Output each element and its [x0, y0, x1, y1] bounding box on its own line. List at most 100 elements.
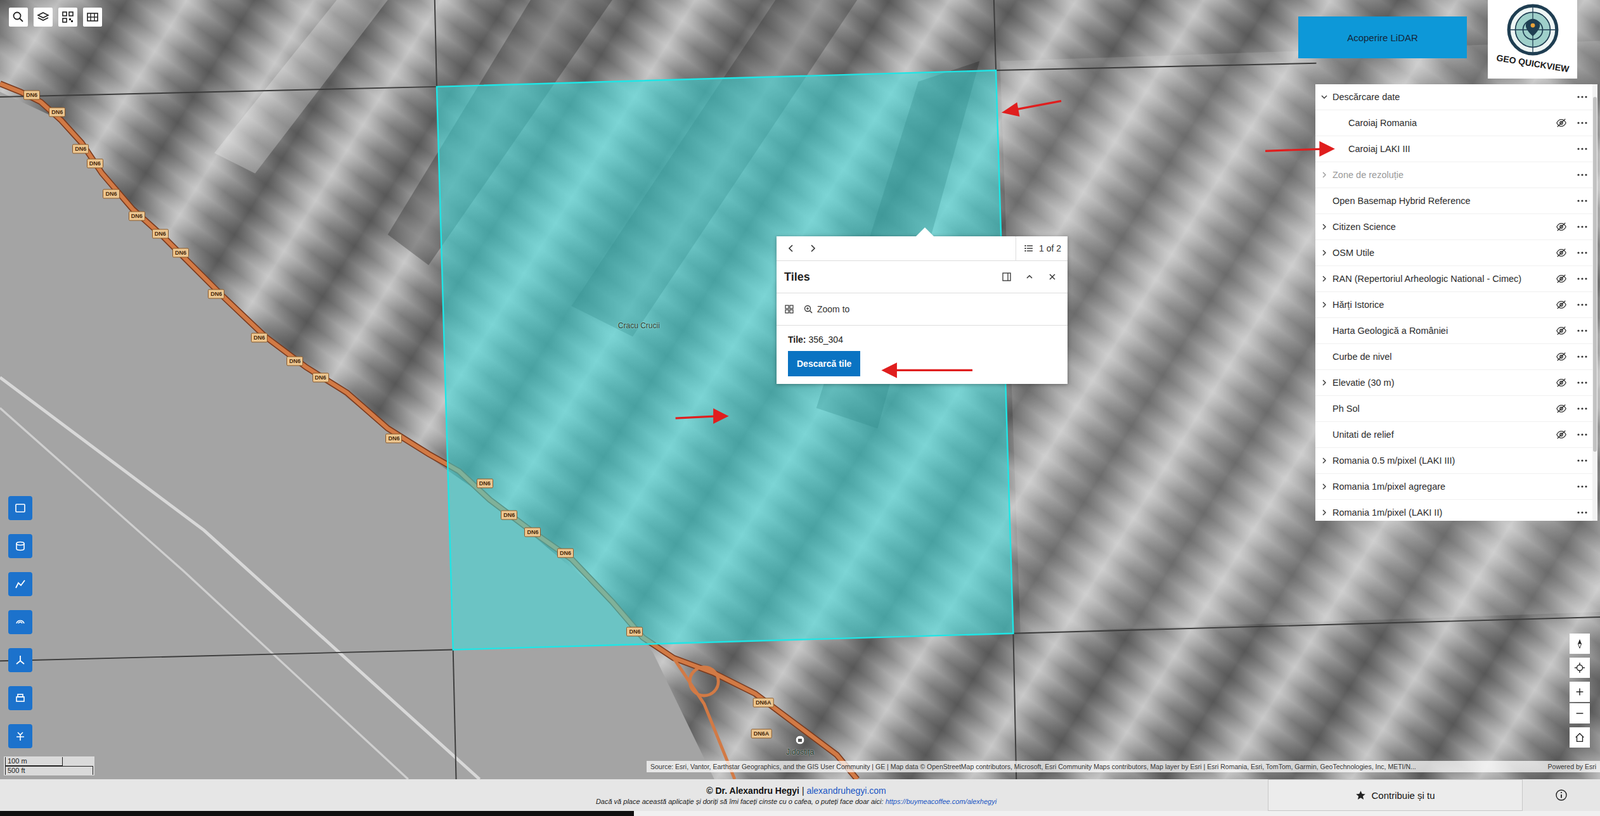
layer-item[interactable]: Hărți Istorice [1315, 292, 1593, 319]
layer-item[interactable]: Caroiaj Romania [1315, 110, 1593, 137]
chevron-icon[interactable] [1320, 379, 1329, 387]
eye-off-icon[interactable] [1555, 273, 1568, 285]
layer-item[interactable]: Zone de rezoluție [1315, 162, 1593, 189]
dock-button[interactable] [995, 265, 1019, 289]
more-icon[interactable] [1575, 246, 1589, 260]
chevron-icon[interactable] [1320, 457, 1329, 465]
previous-button[interactable] [780, 237, 802, 260]
side-tool-button[interactable] [8, 572, 33, 597]
layer-item[interactable]: Romania 1m/pixel agregare [1315, 474, 1593, 501]
popup-nav: 1 of 2 [776, 236, 1068, 262]
layer-item[interactable]: Curbe de nivel [1315, 344, 1593, 371]
eye-off-icon[interactable] [1555, 299, 1568, 311]
layer-item[interactable]: Harta Geologică a României [1315, 318, 1593, 345]
eye-off-icon[interactable] [1555, 403, 1568, 415]
chevron-icon[interactable] [1320, 275, 1329, 283]
compass-logo-icon [1505, 2, 1561, 58]
chevron-right-icon [807, 243, 818, 254]
more-icon[interactable] [1575, 480, 1589, 494]
layer-item[interactable]: Citizen Science [1315, 214, 1593, 241]
zoom-to-button[interactable]: Zoom to [803, 304, 850, 315]
more-icon[interactable] [1575, 116, 1589, 130]
road-shield: DN6 [557, 548, 574, 558]
eye-off-icon[interactable] [1555, 377, 1568, 389]
more-icon[interactable] [1575, 142, 1589, 156]
lidar-coverage-button[interactable]: Acoperire LiDAR [1298, 16, 1467, 59]
layer-item[interactable]: Caroiaj LAKI III [1315, 136, 1593, 163]
close-button[interactable] [1040, 265, 1064, 289]
side-tool-button[interactable] [8, 610, 33, 635]
more-icon[interactable] [1575, 324, 1589, 338]
road-shield: DN6 [86, 158, 104, 168]
zoom-out-button[interactable] [1569, 703, 1590, 724]
more-icon[interactable] [1575, 506, 1589, 520]
more-icon[interactable] [1575, 220, 1589, 234]
eye-off-icon[interactable] [1555, 351, 1568, 363]
tool-icon [13, 578, 27, 591]
layer-item[interactable]: Unitati de relief [1315, 422, 1593, 449]
chevron-icon[interactable] [1320, 509, 1329, 517]
chevron-icon[interactable] [1320, 223, 1329, 231]
qr-button[interactable] [58, 7, 78, 27]
compass-button[interactable] [1569, 633, 1590, 655]
locate-button[interactable] [1569, 658, 1590, 679]
layer-item[interactable]: Romania 0.5 m/pixel (LAKI III) [1315, 448, 1593, 475]
more-icon[interactable] [1575, 376, 1589, 390]
more-icon[interactable] [1575, 194, 1589, 208]
search-button[interactable] [8, 7, 28, 27]
eye-off-icon[interactable] [1555, 325, 1568, 337]
chevron-icon[interactable] [1320, 93, 1329, 101]
chevron-icon[interactable] [1320, 249, 1329, 257]
map[interactable]: DN6DN6DN6DN6DN6DN6DN6DN6DN6DN6DN6DN6DN6D… [0, 0, 1600, 780]
chevron-icon[interactable] [1320, 301, 1329, 309]
feature-pager[interactable]: 1 of 2 [1015, 236, 1068, 261]
layer-item[interactable]: Elevatie (30 m) [1315, 370, 1593, 397]
road-shield: DN6 [128, 211, 146, 222]
more-icon[interactable] [1575, 168, 1589, 182]
more-icon[interactable] [1575, 402, 1589, 416]
layer-item[interactable]: RAN (Repertoriul Arheologic National - C… [1315, 266, 1593, 293]
scrollbar[interactable] [1592, 84, 1598, 522]
collapse-button[interactable] [1018, 265, 1041, 289]
eye-off-icon[interactable] [1555, 247, 1568, 259]
layer-item[interactable]: Descărcare date [1315, 84, 1593, 111]
layer-item[interactable]: OSM Utile [1315, 240, 1593, 267]
road-shield: DN6 [524, 528, 541, 538]
eye-off-icon[interactable] [1555, 117, 1568, 129]
zoom-icon [803, 304, 814, 315]
page-scrollbar[interactable] [0, 811, 1600, 816]
side-tool-button[interactable] [8, 496, 33, 521]
more-icon[interactable] [1575, 90, 1589, 104]
chevron-icon[interactable] [1320, 483, 1329, 491]
layer-item[interactable]: Romania 1m/pixel (LAKI II) [1315, 500, 1593, 522]
contribute-button[interactable]: Contribuie și tu [1267, 779, 1523, 812]
chevron-icon[interactable] [1320, 171, 1329, 179]
home-icon [1574, 732, 1586, 744]
more-icon[interactable] [1575, 454, 1589, 468]
search-icon [12, 10, 25, 24]
layer-item[interactable]: Open Basemap Hybrid Reference [1315, 188, 1593, 215]
layer-list: Descărcare dateCaroiaj RomaniaCaroiaj LA… [1315, 84, 1598, 522]
side-tool-button[interactable] [8, 534, 33, 559]
zoom-in-button[interactable] [1569, 682, 1590, 703]
basemap-button[interactable] [83, 7, 103, 27]
more-icon[interactable] [1575, 272, 1589, 286]
layer-item[interactable]: Ph Sol [1315, 396, 1593, 423]
home-button[interactable] [1569, 727, 1590, 749]
more-icon[interactable] [1575, 298, 1589, 312]
author-link[interactable]: alexandruhegyi.com [806, 786, 886, 797]
more-icon[interactable] [1575, 350, 1589, 364]
next-button[interactable] [801, 237, 824, 260]
side-tool-button[interactable] [8, 686, 33, 711]
side-tool-button[interactable] [8, 648, 33, 673]
eye-off-icon[interactable] [1555, 221, 1568, 233]
download-tile-button[interactable]: Descarcă tile [787, 351, 861, 377]
side-tool-button[interactable] [8, 724, 33, 749]
eye-off-icon[interactable] [1555, 429, 1568, 441]
layers-button[interactable] [33, 7, 53, 27]
chevron-up-icon [1024, 271, 1035, 283]
more-icon[interactable] [1575, 428, 1589, 442]
info-button[interactable] [1522, 779, 1600, 812]
grid-icon[interactable] [784, 304, 795, 315]
coffee-link[interactable]: https://buymeacoffee.com/alexhegyi [885, 798, 997, 806]
